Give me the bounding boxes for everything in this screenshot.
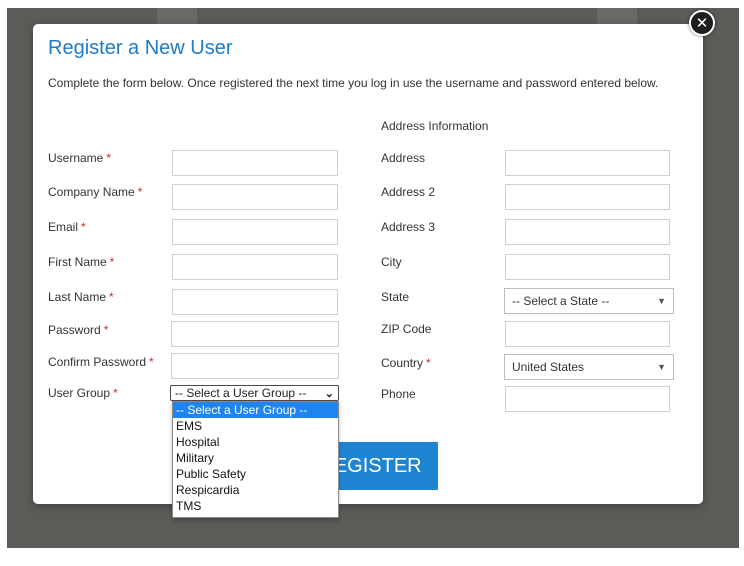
address-3-label: Address 3 <box>381 220 436 234</box>
modal-intro: Complete the form below. Once registered… <box>48 76 659 90</box>
address-2-label: Address 2 <box>381 185 436 199</box>
confirm-password-label: Confirm Password * <box>48 355 154 369</box>
user-group-option[interactable]: Public Safety <box>173 466 338 482</box>
user-group-option[interactable]: EMS <box>173 418 338 434</box>
user-group-option[interactable]: Respicardia <box>173 482 338 498</box>
last-name-label: Last Name * <box>48 290 114 304</box>
email-input[interactable] <box>172 219 338 245</box>
password-input[interactable] <box>171 321 339 347</box>
username-input[interactable] <box>172 150 338 176</box>
company-name-label: Company Name * <box>48 185 143 199</box>
modal-title: Register a New User <box>48 37 233 59</box>
address-2-input[interactable] <box>505 184 670 210</box>
company-name-input[interactable] <box>172 184 338 210</box>
state-label: State <box>381 290 410 304</box>
user-group-option[interactable]: Hospital <box>173 434 338 450</box>
city-label: City <box>381 255 402 269</box>
address-3-input[interactable] <box>505 219 670 245</box>
country-label: Country * <box>381 356 431 370</box>
city-input[interactable] <box>505 254 670 280</box>
zip-code-label: ZIP Code <box>381 322 432 336</box>
register-modal: Register a New User Complete the form be… <box>33 24 703 504</box>
user-group-option[interactable]: TMS <box>173 498 338 514</box>
country-select-value: United States <box>512 360 585 374</box>
state-select-value: -- Select a State -- <box>512 294 610 308</box>
state-select[interactable]: -- Select a State -- ▼ <box>504 288 674 314</box>
caret-down-icon: ▼ <box>657 362 666 372</box>
email-label: Email * <box>48 220 86 234</box>
address-input[interactable] <box>505 150 670 176</box>
address-section-heading: Address Information <box>381 119 489 133</box>
caret-down-icon: ▼ <box>657 296 666 306</box>
user-group-dropdown: -- Select a User Group -- EMS Hospital M… <box>172 401 339 518</box>
user-group-option[interactable]: Military <box>173 450 338 466</box>
confirm-password-input[interactable] <box>171 353 339 379</box>
user-group-select-value: -- Select a User Group -- <box>175 386 307 400</box>
first-name-label: First Name * <box>48 255 115 269</box>
phone-label: Phone <box>381 387 416 401</box>
close-icon[interactable]: ✕ <box>689 10 715 36</box>
user-group-option[interactable]: -- Select a User Group -- <box>173 402 338 418</box>
username-label: Username * <box>48 151 112 165</box>
first-name-input[interactable] <box>172 254 338 280</box>
password-label: Password * <box>48 323 109 337</box>
address-label: Address <box>381 151 426 165</box>
last-name-input[interactable] <box>172 289 338 315</box>
user-group-label: User Group * <box>48 386 118 400</box>
user-group-select[interactable]: -- Select a User Group -- ⌄ <box>170 385 339 401</box>
chevron-down-icon: ⌄ <box>324 387 334 400</box>
zip-code-input[interactable] <box>505 321 670 347</box>
country-select[interactable]: United States ▼ <box>504 354 674 380</box>
phone-input[interactable] <box>505 386 670 412</box>
